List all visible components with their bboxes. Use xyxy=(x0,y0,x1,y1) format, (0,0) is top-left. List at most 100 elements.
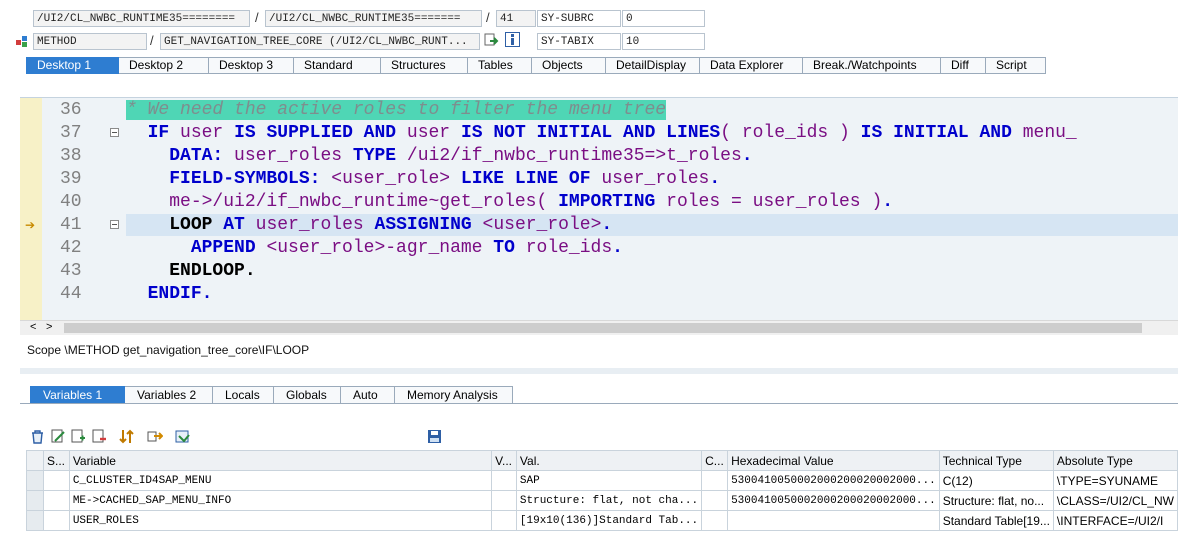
watch-var2-value[interactable]: 10 xyxy=(622,33,705,50)
line-number: 43 xyxy=(60,261,82,281)
column-header[interactable]: S... xyxy=(42,450,70,471)
code-line-43: ENDLOOP. xyxy=(169,261,256,281)
table-row[interactable]: ME->CACHED_SAP_MENU_INFO Structure: flat… xyxy=(26,490,1178,511)
column-header[interactable]: Val. xyxy=(515,450,703,471)
tab-tables[interactable]: Tables xyxy=(468,57,532,74)
table-row[interactable]: C_CLUSTER_ID4SAP_MENU SAP 53004100500020… xyxy=(26,470,1178,491)
edit-icon[interactable] xyxy=(50,428,67,445)
watch-var1-value[interactable]: 0 xyxy=(622,10,705,27)
c-cell xyxy=(701,470,729,491)
tab-desktop-2[interactable]: Desktop 2 xyxy=(119,57,209,74)
scroll-right-icon[interactable]: > xyxy=(46,321,52,333)
current-statement-arrow-icon: ➔ xyxy=(25,218,36,232)
fold-toggle[interactable] xyxy=(110,128,119,137)
desktop-tabbar: Desktop 1 Desktop 2 Desktop 3 Standard S… xyxy=(26,57,1046,74)
breakpoint-gutter[interactable] xyxy=(20,98,43,321)
column-header[interactable]: Technical Type xyxy=(938,450,1054,471)
tab-variables-1[interactable]: Variables 1 xyxy=(30,386,125,404)
code-line-40: me->/ui2/if_nwbc_runtime~get_roles( IMPO… xyxy=(169,192,894,212)
c-cell xyxy=(701,490,729,511)
value-cell[interactable]: [19x10(136)]Standard Tab... xyxy=(515,510,703,531)
code-line-36: * We need the active roles to filter the… xyxy=(126,100,667,120)
editor-horizontal-scrollbar[interactable]: < > xyxy=(20,320,1178,335)
tab-diff[interactable]: Diff xyxy=(941,57,986,74)
scope-label: Scope \METHOD get_navigation_tree_core\I… xyxy=(27,343,310,357)
variable-tabbar: Variables 1 Variables 2 Locals Globals A… xyxy=(30,386,513,404)
variable-cell[interactable]: C_CLUSTER_ID4SAP_MENU xyxy=(68,470,493,491)
column-header[interactable]: C... xyxy=(701,450,729,471)
tab-locals[interactable]: Locals xyxy=(213,386,274,404)
path-separator: / xyxy=(255,10,259,25)
status-cell xyxy=(42,490,70,511)
code-line-37: IF user IS SUPPLIED AND user IS NOT INIT… xyxy=(147,123,1077,143)
c-cell xyxy=(701,510,729,531)
include-field[interactable]: /UI2/CL_NWBC_RUNTIME35======= xyxy=(265,10,482,27)
code-line-39: FIELD-SYMBOLS: <user_role> LIKE LINE OF … xyxy=(169,169,721,189)
variable-cell[interactable]: ME->CACHED_SAP_MENU_INFO xyxy=(68,490,493,511)
transfer-icon[interactable] xyxy=(146,428,163,445)
remove-row-icon[interactable] xyxy=(91,428,108,445)
panel-divider[interactable] xyxy=(20,368,1178,374)
line-field[interactable]: 41 xyxy=(496,10,536,27)
column-header[interactable]: Hexadecimal Value xyxy=(727,450,940,471)
line-number: 36 xyxy=(60,100,82,120)
tab-structures[interactable]: Structures xyxy=(381,57,468,74)
tab-globals[interactable]: Globals xyxy=(274,386,341,404)
line-number: 42 xyxy=(60,238,82,258)
tab-script[interactable]: Script xyxy=(986,57,1046,74)
table-row[interactable]: USER_ROLES [19x10(136)]Standard Tab... S… xyxy=(26,510,1178,531)
navigate-icon[interactable] xyxy=(484,33,499,48)
program-field[interactable]: /UI2/CL_NWBC_RUNTIME35======== xyxy=(33,10,250,27)
table-header-row: S... Variable V... Val. C... Hexadecimal… xyxy=(26,450,1178,471)
tab-standard[interactable]: Standard xyxy=(294,57,381,74)
tab-auto[interactable]: Auto xyxy=(341,386,395,404)
delete-icon[interactable] xyxy=(29,428,46,445)
tab-variables-2[interactable]: Variables 2 xyxy=(125,386,213,404)
row-selector[interactable] xyxy=(26,510,44,531)
v-cell xyxy=(491,470,517,491)
tab-memory-analysis[interactable]: Memory Analysis xyxy=(395,386,513,404)
watch-var2-name[interactable]: SY-TABIX xyxy=(537,33,621,50)
watch-var1-name[interactable]: SY-SUBRC xyxy=(537,10,621,27)
variable-cell[interactable]: USER_ROLES xyxy=(68,510,493,531)
hex-cell: 5300410050002000200020002000... xyxy=(727,490,940,511)
scroll-thumb[interactable] xyxy=(64,323,1142,333)
line-number: 37 xyxy=(60,123,82,143)
code-line-44: ENDIF. xyxy=(147,284,213,304)
v-cell xyxy=(491,510,517,531)
tab-desktop-1[interactable]: Desktop 1 xyxy=(26,57,119,74)
column-header[interactable]: Variable xyxy=(68,450,493,471)
new-icon[interactable] xyxy=(70,428,87,445)
tech-type-cell: C(12) xyxy=(938,470,1054,491)
event-name-field[interactable]: GET_NAVIGATION_TREE_CORE (/UI2/CL_NWBC_R… xyxy=(160,33,480,50)
tech-type-cell: Structure: flat, no... xyxy=(938,490,1054,511)
tab-breakpoints[interactable]: Break./Watchpoints xyxy=(803,57,941,74)
line-number: 41 xyxy=(60,215,82,235)
tab-data-explorer[interactable]: Data Explorer xyxy=(700,57,803,74)
event-type-field[interactable]: METHOD xyxy=(33,33,147,50)
abs-type-cell: \INTERFACE=/UI2/I xyxy=(1052,510,1178,531)
status-cell xyxy=(42,510,70,531)
tab-detaildisplay[interactable]: DetailDisplay xyxy=(606,57,700,74)
settings-icon[interactable] xyxy=(174,428,191,445)
row-selector-header[interactable] xyxy=(26,450,44,471)
source-editor[interactable]: 36 37 38 39 40 41 42 43 44 ➔ * We need t… xyxy=(20,97,1178,321)
info-icon[interactable] xyxy=(505,32,520,47)
tab-objects[interactable]: Objects xyxy=(532,57,606,74)
row-selector[interactable] xyxy=(26,470,44,491)
scroll-left-icon[interactable]: < xyxy=(30,321,36,333)
abs-type-cell: \TYPE=SYUNAME xyxy=(1052,470,1178,491)
tab-desktop-3[interactable]: Desktop 3 xyxy=(209,57,294,74)
value-cell[interactable]: Structure: flat, not cha... xyxy=(515,490,703,511)
value-cell[interactable]: SAP xyxy=(515,470,703,491)
column-header[interactable]: V... xyxy=(491,450,517,471)
path-separator: / xyxy=(150,33,154,48)
sort-icon[interactable] xyxy=(118,428,135,445)
save-icon[interactable] xyxy=(426,428,443,445)
row-selector[interactable] xyxy=(26,490,44,511)
path-separator: / xyxy=(486,10,490,25)
column-header[interactable]: Absolute Type xyxy=(1052,450,1178,471)
code-line-41: LOOP AT user_roles ASSIGNING <user_role>… xyxy=(169,215,613,235)
tab-underline xyxy=(20,403,1178,404)
fold-toggle[interactable] xyxy=(110,220,119,229)
